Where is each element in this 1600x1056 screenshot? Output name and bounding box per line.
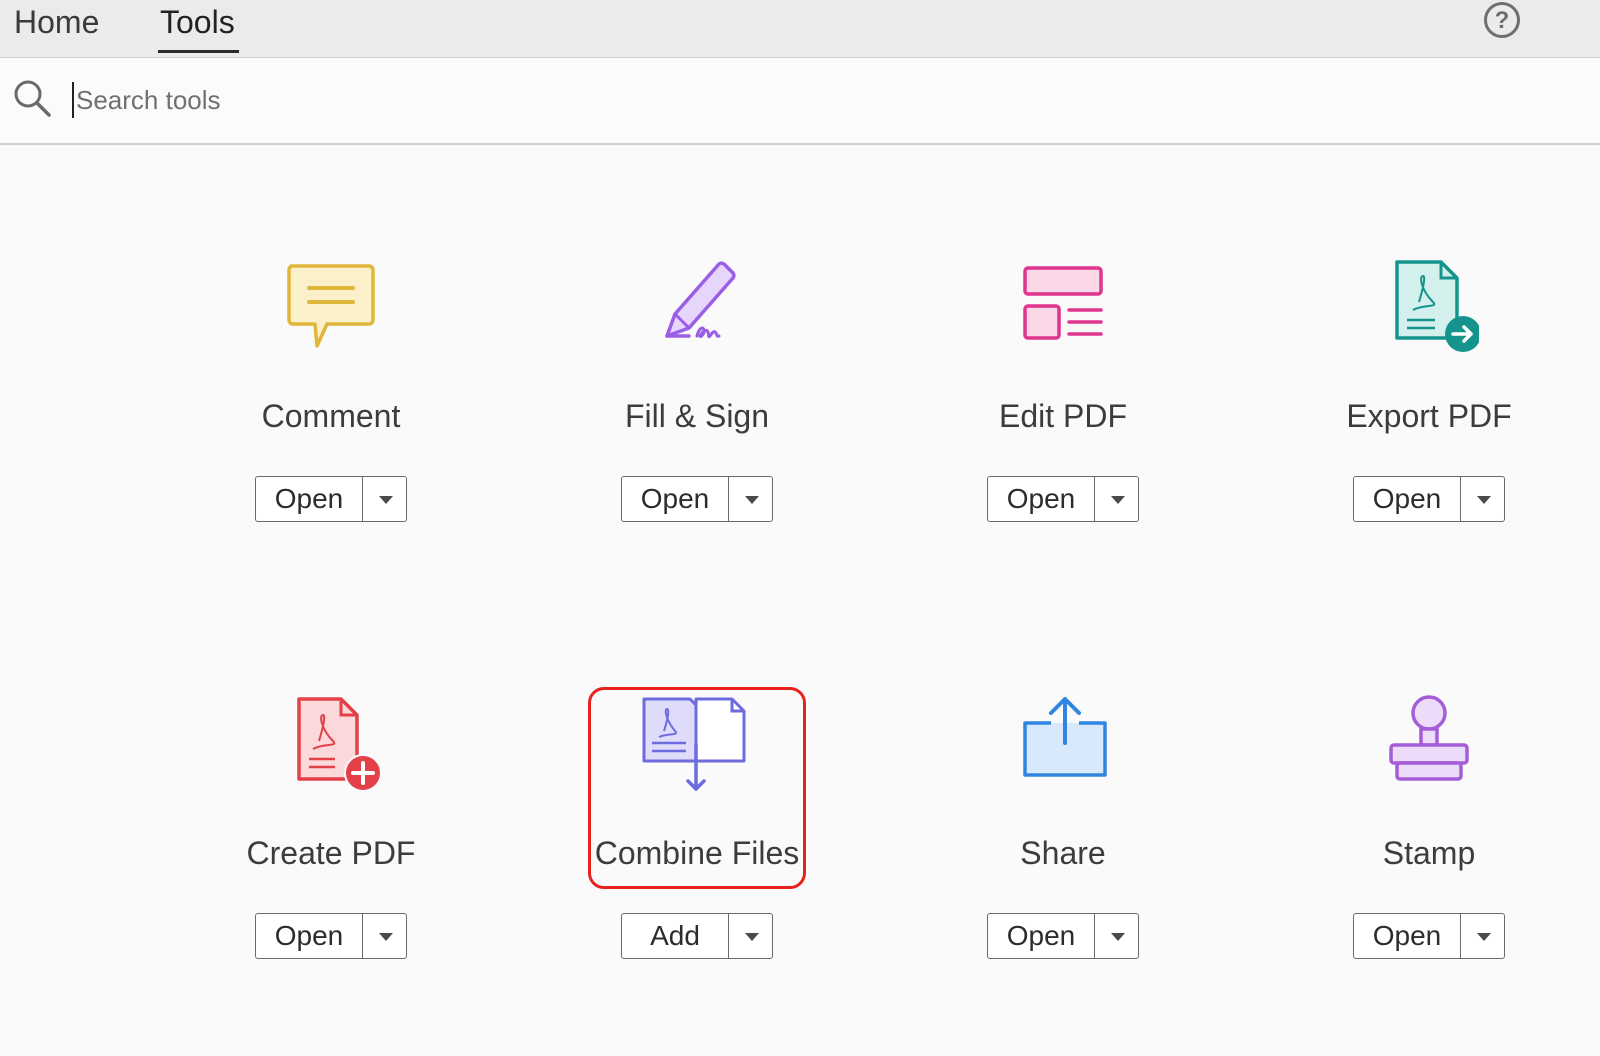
chevron-down-icon[interactable] [729, 477, 772, 521]
tool-open-split-button: Open [1353, 913, 1505, 959]
tool-add-split-button: Add [621, 913, 773, 959]
open-button[interactable]: Open [1354, 477, 1461, 521]
top-nav-bar: Home Tools ? [0, 0, 1600, 58]
create-pdf-icon [297, 697, 381, 792]
open-button[interactable]: Open [622, 477, 729, 521]
tool-label: Stamp [1382, 835, 1476, 871]
comment-icon [287, 264, 375, 348]
open-button[interactable]: Open [988, 914, 1095, 958]
tool-tile-stamp: Stamp Open [1279, 695, 1579, 995]
tool-open-split-button: Open [621, 476, 773, 522]
tool-open-split-button: Open [255, 913, 407, 959]
tool-tile-create-pdf: Create PDF Open [181, 695, 481, 995]
fill-sign-icon [665, 261, 736, 339]
tool-open-split-button: Open [987, 476, 1139, 522]
tool-open-split-button: Open [1353, 476, 1505, 522]
export-pdf-icon [1395, 260, 1479, 352]
tool-tile-fill-sign: Fill & Sign Open [547, 258, 847, 558]
tool-label: Comment [261, 398, 401, 434]
tool-label: Create PDF [246, 835, 416, 871]
tab-tools[interactable]: Tools [158, 0, 239, 55]
search-icon [14, 80, 51, 117]
combine-files-highlight [588, 687, 806, 889]
chevron-down-icon[interactable] [1095, 477, 1138, 521]
chevron-down-icon[interactable] [1461, 914, 1504, 958]
tool-open-split-button: Open [987, 913, 1139, 959]
tool-label: Fill & Sign [624, 398, 770, 434]
tab-home[interactable]: Home [14, 0, 99, 55]
search-bar [0, 58, 1600, 145]
chevron-down-icon[interactable] [363, 477, 406, 521]
help-icon[interactable]: ? [1484, 2, 1520, 38]
edit-pdf-icon [1023, 266, 1103, 340]
stamp-icon [1389, 695, 1469, 781]
search-input[interactable] [72, 82, 676, 118]
open-button[interactable]: Open [256, 914, 363, 958]
chevron-down-icon[interactable] [1095, 914, 1138, 958]
tool-label: Share [1020, 835, 1106, 871]
tool-tile-share: Share Open [913, 695, 1213, 995]
tool-tile-export-pdf: Export PDF Open [1279, 258, 1579, 558]
open-button[interactable]: Open [1354, 914, 1461, 958]
tool-label: Export PDF [1346, 398, 1512, 434]
add-button[interactable]: Add [622, 914, 729, 958]
tool-label: Edit PDF [998, 398, 1128, 434]
share-icon [1023, 697, 1107, 777]
chevron-down-icon[interactable] [363, 914, 406, 958]
open-button[interactable]: Open [988, 477, 1095, 521]
chevron-down-icon[interactable] [729, 914, 772, 958]
tool-tile-edit-pdf: Edit PDF Open [913, 258, 1213, 558]
chevron-down-icon[interactable] [1461, 477, 1504, 521]
tool-tile-comment: Comment Open [181, 258, 481, 558]
open-button[interactable]: Open [256, 477, 363, 521]
tool-open-split-button: Open [255, 476, 407, 522]
